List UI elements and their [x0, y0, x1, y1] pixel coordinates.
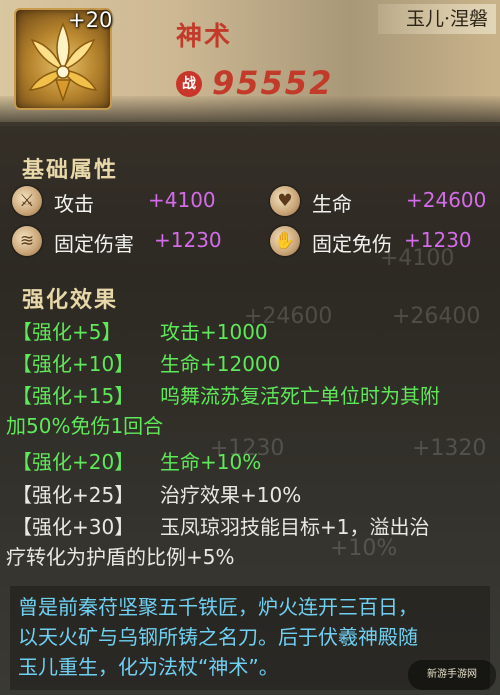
enhance-desc: 呜舞流苏复活死亡单位时为其附 — [160, 384, 440, 408]
enhance-desc-cont: 加50%免伤1回合 — [6, 414, 164, 438]
stat-value-fixed-reduction: +1230 — [404, 228, 472, 252]
enhance-tag: 【强化+25】 — [12, 483, 135, 507]
combat-power-icon: 战 — [176, 71, 202, 97]
item-name: 神术 — [176, 22, 233, 52]
owner-tag: 玉儿·涅磐 — [378, 4, 496, 34]
watermark: 新游手游网 — [408, 660, 496, 690]
sword-icon: ⚔ — [12, 186, 42, 216]
enhance-desc: 攻击+1000 — [160, 320, 268, 344]
heart-icon: ♥ — [270, 186, 300, 216]
palm-icon: ✋ — [270, 226, 300, 256]
stat-value-attack: +4100 — [148, 188, 216, 212]
enhance-tag: 【强化+20】 — [12, 450, 135, 474]
enhance-desc: 玉凤琼羽技能目标+1，溢出治 — [160, 515, 430, 539]
enhance-tag: 【强化+5】 — [12, 320, 122, 344]
lore-line: 以天火矿与乌钢所铸之名刀。后于伏羲神殿随 — [18, 625, 418, 649]
stat-value-hp: +24600 — [406, 188, 487, 212]
enhance-desc-cont: 疗转化为护盾的比例+5% — [6, 545, 235, 569]
combat-power-value: 95552 — [212, 64, 334, 102]
enhance-desc: 治疗效果+10% — [160, 483, 302, 507]
enhance-tag: 【强化+15】 — [12, 384, 135, 408]
enhance-desc: 生命+10% — [160, 450, 262, 474]
enhance-desc: 生命+12000 — [160, 352, 281, 376]
claw-icon: ≋ — [12, 226, 42, 256]
enhance-tag: 【强化+30】 — [12, 515, 135, 539]
enhance-tag: 【强化+10】 — [12, 352, 135, 376]
lore-line: 曾是前秦苻坚聚五千铁匠，炉火连开三百日， — [18, 595, 418, 619]
base-stats-title: 基础属性 — [22, 157, 119, 183]
enhance-level: +20 — [68, 8, 113, 32]
enhance-title: 强化效果 — [22, 287, 119, 313]
